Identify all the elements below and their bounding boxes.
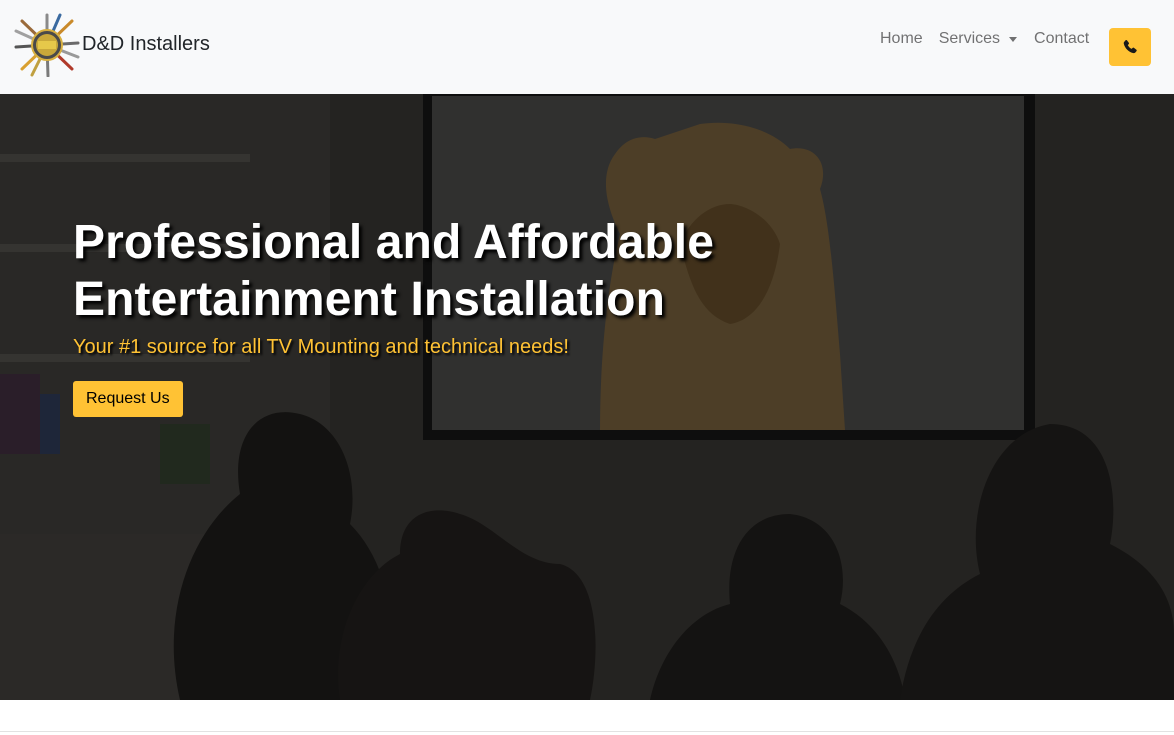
brand-name: D&D Installers [82, 32, 210, 55]
hero-title: Professional and Affordable Entertainmen… [73, 216, 715, 326]
phone-icon [1123, 39, 1137, 54]
nav-services-dropdown[interactable]: Services [938, 30, 1018, 48]
chevron-down-icon [1009, 37, 1018, 42]
section-divider [0, 731, 1174, 732]
hero-banner: Professional and Affordable Entertainmen… [0, 94, 1174, 700]
hero-content: Professional and Affordable Entertainmen… [73, 214, 833, 417]
main-nav: Home Services Contact [880, 30, 1089, 48]
brand[interactable]: D&D Installers [14, 13, 210, 78]
call-button[interactable] [1109, 28, 1151, 66]
nav-home[interactable]: Home [880, 30, 923, 48]
nav-contact[interactable]: Contact [1034, 30, 1089, 48]
hero-subtitle: Your #1 source for all TV Mounting and t… [73, 336, 569, 358]
navbar: D&D Installers Home Services Contact [0, 0, 1174, 94]
tools-sunburst-logo-icon [14, 13, 80, 78]
nav-services-label: Services [938, 30, 1001, 47]
request-us-button[interactable]: Request Us [73, 381, 183, 417]
